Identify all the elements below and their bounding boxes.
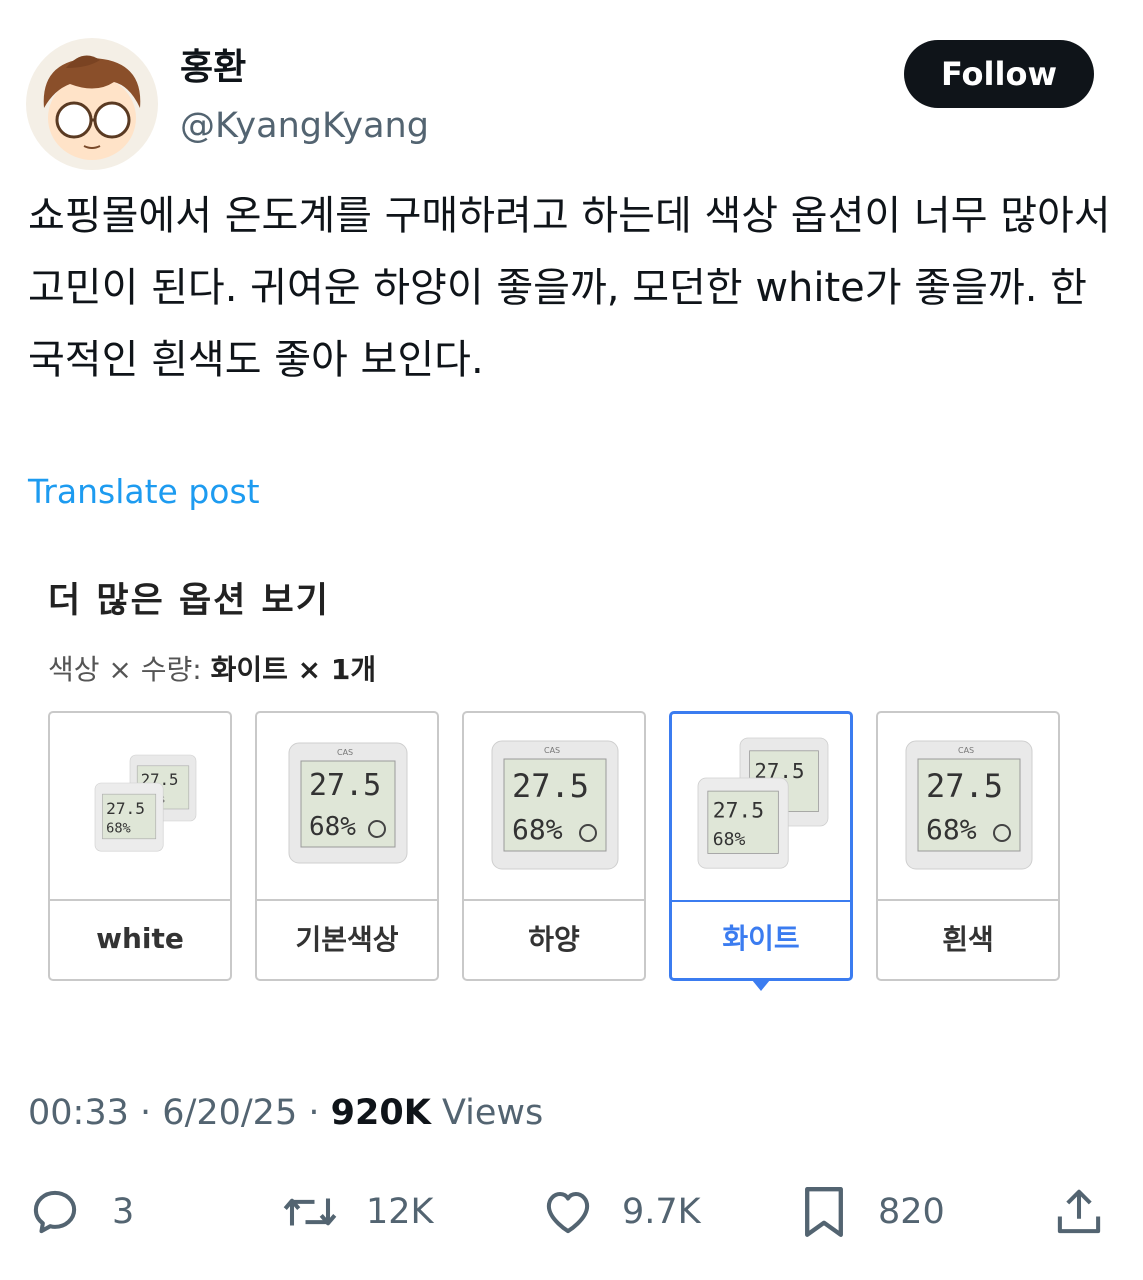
option-label: 기본색상 — [295, 923, 399, 956]
follow-button[interactable]: Follow — [904, 40, 1094, 108]
option-thumbnail: 27.5 27.5 68% — [672, 714, 850, 902]
user-handle[interactable]: @KyangKyang — [180, 104, 429, 148]
selected-caret-icon — [752, 980, 770, 991]
lcd-brand: CAS — [958, 746, 974, 755]
views-label: Views — [441, 1093, 544, 1133]
lcd-humidity: 68% — [926, 813, 977, 846]
option-thumbnail: CAS 27.5 68% — [878, 713, 1058, 901]
options-title: 더 많은 옵션 보기 — [48, 581, 330, 621]
lcd-temperature: 27.5 — [309, 768, 381, 803]
translate-post-link[interactable]: Translate post — [28, 470, 260, 514]
post-time[interactable]: 00:33 — [28, 1093, 129, 1133]
color-option[interactable]: CAS 27.5 68% 하양 — [462, 711, 646, 981]
options-subtitle-prefix: 색상 × 수량: — [48, 653, 202, 686]
lcd-temperature: 27.5 — [512, 767, 589, 805]
post-image[interactable]: 더 많은 옵션 보기 색상 × 수량: 화이트 × 1개 27.5 68% — [28, 548, 1088, 1018]
options-subtitle: 색상 × 수량: 화이트 × 1개 — [48, 648, 376, 688]
lcd-humidity: 68% — [309, 812, 356, 842]
color-option[interactable]: CAS 27.5 68% 기본색상 — [255, 711, 439, 981]
lcd-temperature: 27.5 — [713, 798, 764, 823]
views-count: 920K — [330, 1093, 431, 1133]
option-thumbnail: 27.5 68% 27.5 68% — [50, 713, 230, 901]
bookmark-count: 820 — [878, 1192, 945, 1232]
option-label: 흰색 — [942, 923, 994, 956]
post-date[interactable]: 6/20/25 — [162, 1093, 297, 1133]
option-thumbnail: CAS 27.5 68% — [257, 713, 437, 901]
user-display-name[interactable]: 홍환 — [180, 46, 246, 90]
lcd-humidity: 68% — [713, 829, 746, 850]
lcd-humidity: 68% — [106, 821, 131, 837]
color-option[interactable]: CAS 27.5 68% 흰색 — [876, 711, 1060, 981]
post-text: 쇼핑몰에서 온도계를 구매하려고 하는데 색상 옵션이 너무 많아서 고민이 된… — [28, 193, 1111, 383]
reply-icon — [33, 1190, 77, 1234]
lcd-temperature: 27.5 — [106, 799, 145, 818]
option-thumbnail: CAS 27.5 68% — [464, 713, 644, 901]
avatar-image — [26, 38, 158, 170]
bookmark-icon — [805, 1187, 843, 1237]
bookmark-button[interactable]: 820 — [800, 1180, 945, 1244]
color-option[interactable]: 27.5 68% 27.5 68% white — [48, 711, 232, 981]
reply-button[interactable]: 3 — [28, 1180, 134, 1244]
share-button[interactable] — [1052, 1180, 1106, 1244]
reply-count: 3 — [112, 1192, 135, 1232]
action-bar: 3 12K 9.7K 820 — [0, 1180, 1143, 1244]
lcd-brand: CAS — [337, 748, 353, 757]
color-option-selected[interactable]: 27.5 27.5 68% 화이트 — [669, 711, 853, 991]
option-label: white — [96, 921, 184, 955]
heart-icon — [546, 1191, 590, 1234]
post-meta: 00:33 · 6/20/25 · 920K Views — [28, 1090, 543, 1136]
lcd-brand: CAS — [544, 746, 560, 755]
like-count: 9.7K — [622, 1192, 701, 1232]
avatar[interactable] — [26, 38, 158, 170]
lcd-temperature: 27.5 — [926, 767, 1003, 805]
lcd-humidity: 68% — [512, 813, 563, 846]
option-label: 화이트 — [722, 922, 800, 955]
repost-button[interactable]: 12K — [280, 1180, 434, 1244]
meta-separator: · — [140, 1093, 152, 1133]
options-subtitle-value: 화이트 × 1개 — [210, 653, 377, 686]
repost-icon — [283, 1198, 337, 1226]
option-label: 하양 — [528, 923, 580, 956]
share-icon — [1057, 1189, 1101, 1234]
like-button[interactable]: 9.7K — [540, 1180, 701, 1244]
repost-count: 12K — [366, 1192, 434, 1232]
meta-separator: · — [308, 1093, 320, 1133]
